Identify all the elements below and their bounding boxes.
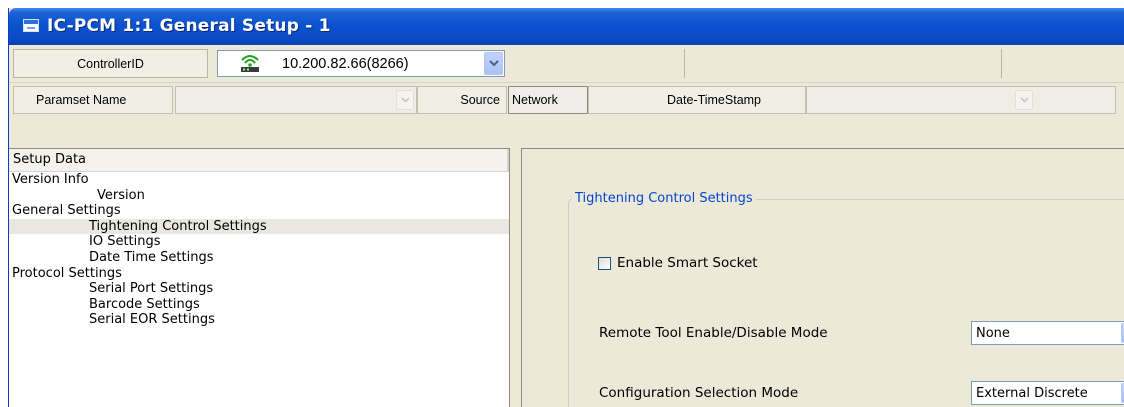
controller-id-label: ControllerID	[13, 49, 208, 78]
window-title: IC-PCM 1:1 General Setup - 1	[47, 16, 331, 36]
setup-window: IC-PCM 1:1 General Setup - 1 ControllerI…	[8, 8, 1124, 407]
datetime-label: Date-TimeStamp	[588, 86, 806, 114]
source-value: Network	[508, 86, 588, 114]
network-icon	[241, 55, 259, 72]
tree-item-general-settings[interactable]: General Settings	[9, 203, 509, 219]
tree-item-serial-eor-settings[interactable]: Serial EOR Settings	[9, 312, 509, 328]
datetime-dropdown-button[interactable]	[1015, 90, 1033, 110]
controller-row: ControllerID 10.200.82.66(8266)	[9, 45, 1124, 82]
paramset-dropdown-button[interactable]	[396, 90, 414, 110]
tree-header: Setup Data	[9, 149, 509, 172]
paramset-row: Paramset Name Source Network Date-TimeSt…	[9, 82, 1124, 118]
chevron-down-icon	[400, 97, 410, 103]
config-selection-label: Configuration Selection Mode	[599, 385, 799, 401]
smart-socket-checkbox[interactable]	[598, 256, 611, 270]
config-selection-select[interactable]: External Discrete	[971, 381, 1124, 405]
chevron-down-icon	[488, 60, 499, 67]
settings-groupbox	[568, 199, 1124, 407]
settings-panel: Tightening Control Settings Enable Smart…	[521, 148, 1124, 407]
remote-tool-label: Remote Tool Enable/Disable Mode	[599, 325, 828, 341]
setup-tree[interactable]: Setup Data Version Info Version General …	[9, 148, 510, 407]
tree-item-version[interactable]: Version	[9, 188, 509, 204]
tree-item-date-time-settings[interactable]: Date Time Settings	[9, 250, 509, 266]
title-bar[interactable]: IC-PCM 1:1 General Setup - 1	[9, 8, 1124, 45]
paramset-name-select[interactable]	[175, 86, 417, 114]
remote-tool-select[interactable]: None	[971, 321, 1124, 345]
smart-socket-label: Enable Smart Socket	[617, 255, 758, 271]
controller-id-dropdown-button[interactable]	[484, 52, 503, 75]
smart-socket-row[interactable]: Enable Smart Socket	[598, 255, 758, 271]
group-title: Tightening Control Settings	[572, 191, 756, 206]
tree-item-protocol-settings[interactable]: Protocol Settings	[9, 266, 509, 282]
remote-tool-value: None	[976, 326, 1010, 341]
config-selection-value: External Discrete	[976, 386, 1088, 401]
row-divider	[684, 49, 685, 78]
controller-id-select[interactable]: 10.200.82.66(8266)	[217, 50, 505, 77]
tree-item-io-settings[interactable]: IO Settings	[9, 234, 509, 250]
panel-splitter[interactable]	[510, 148, 521, 407]
source-label: Source	[417, 86, 507, 114]
datetime-select[interactable]	[806, 86, 1116, 114]
row-divider	[1001, 49, 1002, 78]
tree-item-tightening-control-settings[interactable]: Tightening Control Settings	[9, 218, 509, 235]
tree-item-barcode-settings[interactable]: Barcode Settings	[9, 297, 509, 313]
paramset-name-label: Paramset Name	[13, 86, 173, 114]
controller-id-value: 10.200.82.66(8266)	[282, 56, 409, 72]
chevron-down-icon	[1019, 97, 1029, 103]
tree-item-version-info[interactable]: Version Info	[9, 172, 509, 188]
tree-item-serial-port-settings[interactable]: Serial Port Settings	[9, 281, 509, 297]
window-icon	[23, 19, 39, 32]
